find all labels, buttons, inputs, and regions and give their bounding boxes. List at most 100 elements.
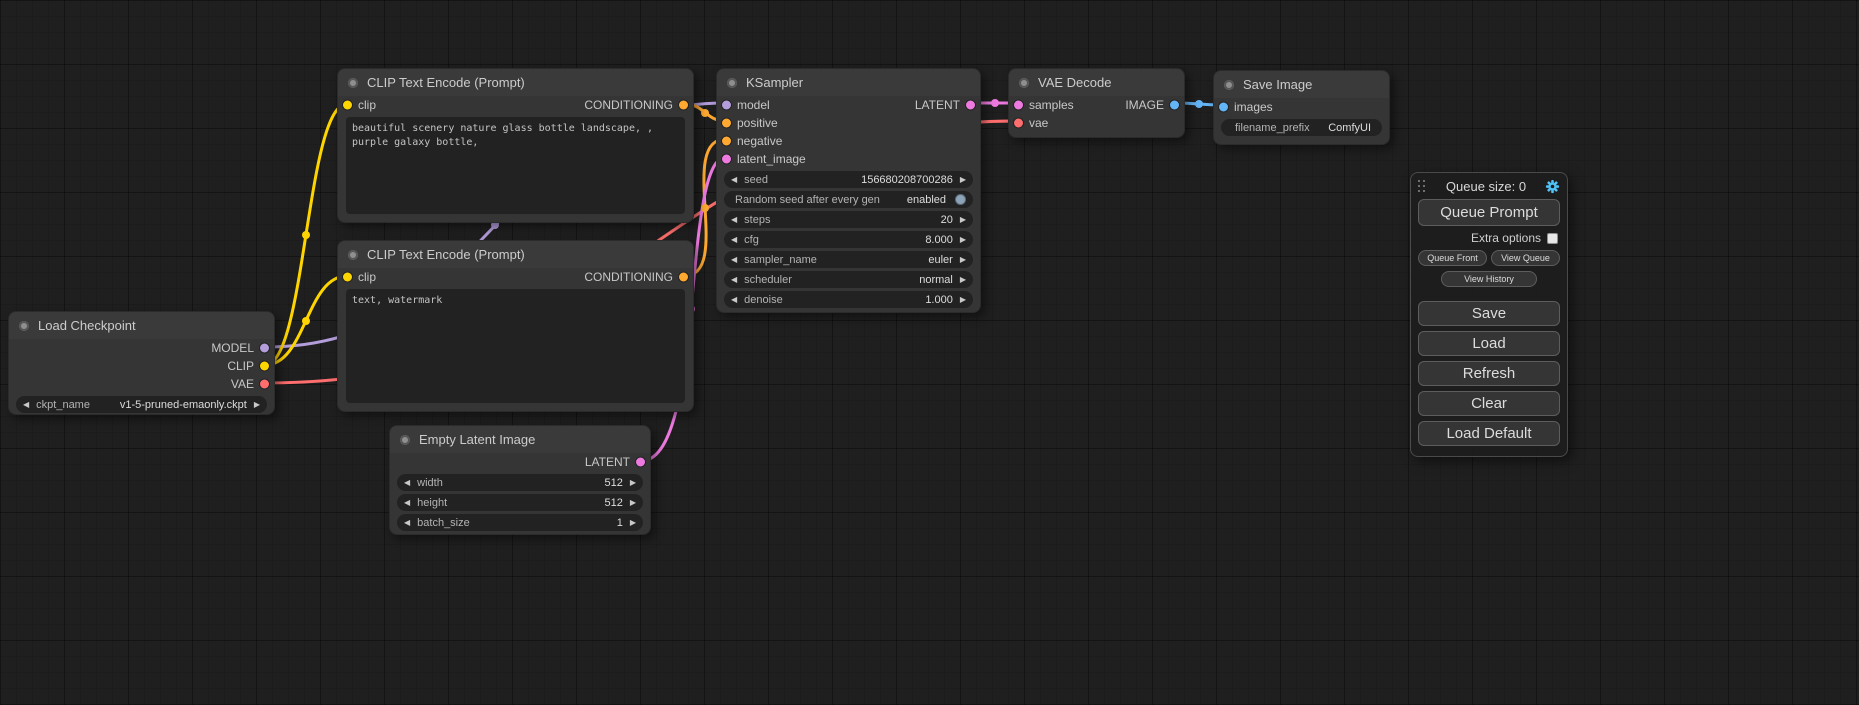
next-value-icon[interactable]: ▶ (960, 276, 966, 284)
widget-value: 8.000 (925, 234, 953, 246)
collapse-icon[interactable] (727, 78, 737, 88)
next-value-icon[interactable]: ▶ (254, 401, 260, 409)
decrement-icon[interactable]: ◀ (731, 236, 737, 244)
height-widget[interactable]: ◀ height 512 ▶ (397, 494, 643, 511)
output-slot-clip[interactable] (260, 362, 269, 371)
decrement-icon[interactable]: ◀ (404, 519, 410, 527)
clear-button[interactable]: Clear (1418, 391, 1560, 416)
negative-prompt-textarea[interactable]: text, watermark (346, 289, 685, 403)
decrement-icon[interactable]: ◀ (731, 216, 737, 224)
sampler-name-widget[interactable]: ◀ sampler_name euler ▶ (724, 251, 973, 268)
next-value-icon[interactable]: ▶ (960, 256, 966, 264)
input-label-clip: clip (358, 98, 376, 112)
increment-icon[interactable]: ▶ (630, 519, 636, 527)
prev-value-icon[interactable]: ◀ (731, 276, 737, 284)
extra-options-row: Extra options (1418, 231, 1560, 245)
input-label-samples: samples (1029, 98, 1074, 112)
input-slot-vae[interactable] (1014, 119, 1023, 128)
node-empty-latent-image[interactable]: Empty Latent Image LATENT ◀ width 512 ▶ … (389, 425, 651, 535)
comfyui-canvas[interactable]: { "canvas": { "width": "1859", "height":… (0, 0, 1859, 705)
widget-value: 1 (617, 517, 623, 529)
extra-options-checkbox[interactable] (1547, 233, 1558, 244)
input-slot-images[interactable] (1219, 103, 1228, 112)
collapse-icon[interactable] (348, 250, 358, 260)
slot-row: clip CONDITIONING (338, 268, 693, 286)
node-clip-text-encode-negative[interactable]: CLIP Text Encode (Prompt) clip CONDITION… (337, 240, 694, 412)
increment-icon[interactable]: ▶ (960, 296, 966, 304)
settings-gear-icon[interactable] (1545, 179, 1560, 194)
collapse-icon[interactable] (19, 321, 29, 331)
filename-prefix-widget[interactable]: filename_prefix ComfyUI (1221, 119, 1382, 136)
output-slot-vae[interactable] (260, 380, 269, 389)
widget-label: batch_size (417, 517, 470, 529)
node-title-bar[interactable]: Save Image (1214, 71, 1389, 98)
increment-icon[interactable]: ▶ (960, 216, 966, 224)
node-vae-decode[interactable]: VAE Decode samples IMAGE vae (1008, 68, 1185, 138)
output-slot-latent[interactable] (966, 101, 975, 110)
load-button[interactable]: Load (1418, 331, 1560, 356)
node-title-bar[interactable]: CLIP Text Encode (Prompt) (338, 69, 693, 96)
increment-icon[interactable]: ▶ (960, 236, 966, 244)
output-label-clip: CLIP (227, 359, 254, 373)
input-slot-clip[interactable] (343, 273, 352, 282)
node-load-checkpoint[interactable]: Load Checkpoint MODEL CLIP VAE ◀ ckpt_na… (8, 311, 275, 415)
input-slot-latent-image[interactable] (722, 155, 731, 164)
slot-row: samples IMAGE (1009, 96, 1184, 114)
queue-prompt-button[interactable]: Queue Prompt (1418, 199, 1560, 226)
toggle-knob-icon[interactable] (955, 194, 966, 205)
slot-row: VAE (9, 375, 274, 393)
output-slot-conditioning[interactable] (679, 273, 688, 282)
save-button[interactable]: Save (1418, 301, 1560, 326)
widget-label: height (417, 497, 447, 509)
decrement-icon[interactable]: ◀ (731, 296, 737, 304)
batch-size-widget[interactable]: ◀ batch_size 1 ▶ (397, 514, 643, 531)
input-slot-positive[interactable] (722, 119, 731, 128)
increment-icon[interactable]: ▶ (630, 479, 636, 487)
view-history-button[interactable]: View History (1441, 271, 1537, 287)
random-seed-toggle[interactable]: Random seed after every gen enabled (724, 191, 973, 208)
node-clip-text-encode-positive[interactable]: CLIP Text Encode (Prompt) clip CONDITION… (337, 68, 694, 223)
increment-icon[interactable]: ▶ (960, 176, 966, 184)
steps-widget[interactable]: ◀ steps 20 ▶ (724, 211, 973, 228)
decrement-icon[interactable]: ◀ (404, 499, 410, 507)
output-slot-model[interactable] (260, 344, 269, 353)
input-slot-samples[interactable] (1014, 101, 1023, 110)
queue-front-button[interactable]: Queue Front (1418, 250, 1487, 266)
output-slot-latent[interactable] (636, 458, 645, 467)
decrement-icon[interactable]: ◀ (404, 479, 410, 487)
output-slot-conditioning[interactable] (679, 101, 688, 110)
seed-widget[interactable]: ◀ seed 156680208700286 ▶ (724, 171, 973, 188)
increment-icon[interactable]: ▶ (630, 499, 636, 507)
ckpt-name-widget[interactable]: ◀ ckpt_name v1-5-pruned-emaonly.ckpt ▶ (16, 396, 267, 413)
decrement-icon[interactable]: ◀ (731, 176, 737, 184)
collapse-icon[interactable] (400, 435, 410, 445)
widget-value: 156680208700286 (861, 174, 953, 186)
node-title-bar[interactable]: CLIP Text Encode (Prompt) (338, 241, 693, 268)
collapse-icon[interactable] (348, 78, 358, 88)
node-title-bar[interactable]: Empty Latent Image (390, 426, 650, 453)
prev-value-icon[interactable]: ◀ (23, 401, 29, 409)
widget-label: ckpt_name (36, 399, 90, 411)
load-default-button[interactable]: Load Default (1418, 421, 1560, 446)
denoise-widget[interactable]: ◀ denoise 1.000 ▶ (724, 291, 973, 308)
prev-value-icon[interactable]: ◀ (731, 256, 737, 264)
input-slot-clip[interactable] (343, 101, 352, 110)
refresh-button[interactable]: Refresh (1418, 361, 1560, 386)
input-slot-negative[interactable] (722, 137, 731, 146)
node-save-image[interactable]: Save Image images filename_prefix ComfyU… (1213, 70, 1390, 145)
scheduler-widget[interactable]: ◀ scheduler normal ▶ (724, 271, 973, 288)
view-queue-button[interactable]: View Queue (1491, 250, 1560, 266)
output-slot-image[interactable] (1170, 101, 1179, 110)
node-ksampler[interactable]: KSampler model LATENT positive negative … (716, 68, 981, 313)
cfg-widget[interactable]: ◀ cfg 8.000 ▶ (724, 231, 973, 248)
collapse-icon[interactable] (1224, 80, 1234, 90)
widget-value: v1-5-pruned-emaonly.ckpt (120, 399, 247, 411)
input-slot-model[interactable] (722, 101, 731, 110)
node-title-bar[interactable]: Load Checkpoint (9, 312, 274, 339)
node-title-bar[interactable]: KSampler (717, 69, 980, 96)
width-widget[interactable]: ◀ width 512 ▶ (397, 474, 643, 491)
positive-prompt-textarea[interactable]: beautiful scenery nature glass bottle la… (346, 117, 685, 214)
node-title-bar[interactable]: VAE Decode (1009, 69, 1184, 96)
drag-handle-icon[interactable] (1418, 180, 1427, 193)
collapse-icon[interactable] (1019, 78, 1029, 88)
